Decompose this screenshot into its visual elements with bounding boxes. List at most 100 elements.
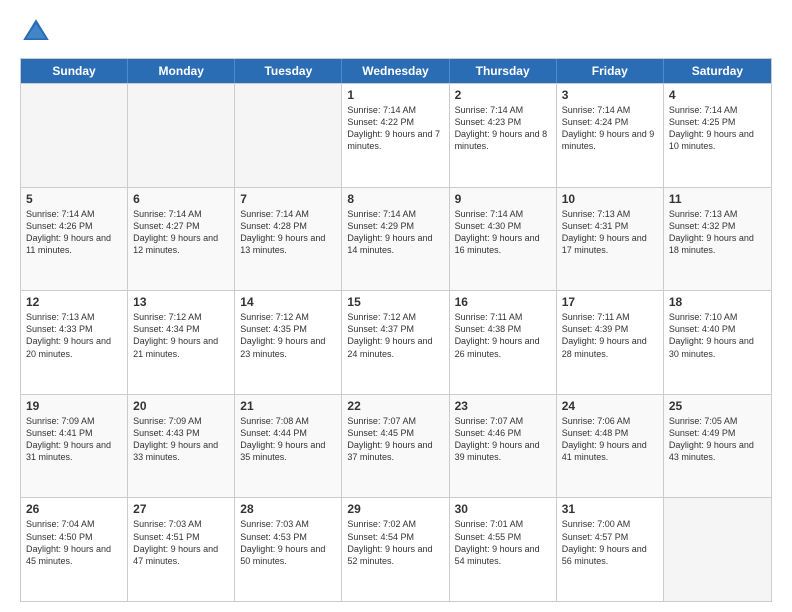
cell-details: Sunrise: 7:10 AM Sunset: 4:40 PM Dayligh… — [669, 311, 766, 360]
cell-details: Sunrise: 7:01 AM Sunset: 4:55 PM Dayligh… — [455, 518, 551, 567]
calendar: SundayMondayTuesdayWednesdayThursdayFrid… — [20, 58, 772, 602]
day-number: 26 — [26, 502, 122, 516]
table-row — [235, 84, 342, 187]
day-number: 22 — [347, 399, 443, 413]
table-row: 24 Sunrise: 7:06 AM Sunset: 4:48 PM Dayli… — [557, 395, 664, 498]
cell-details: Sunrise: 7:13 AM Sunset: 4:33 PM Dayligh… — [26, 311, 122, 360]
logo — [20, 16, 54, 48]
calendar-row: 1 Sunrise: 7:14 AM Sunset: 4:22 PM Daylig… — [21, 83, 771, 187]
cell-details: Sunrise: 7:11 AM Sunset: 4:38 PM Dayligh… — [455, 311, 551, 360]
cell-details: Sunrise: 7:02 AM Sunset: 4:54 PM Dayligh… — [347, 518, 443, 567]
table-row: 15 Sunrise: 7:12 AM Sunset: 4:37 PM Dayli… — [342, 291, 449, 394]
cell-details: Sunrise: 7:03 AM Sunset: 4:51 PM Dayligh… — [133, 518, 229, 567]
table-row: 16 Sunrise: 7:11 AM Sunset: 4:38 PM Dayli… — [450, 291, 557, 394]
cell-details: Sunrise: 7:12 AM Sunset: 4:34 PM Dayligh… — [133, 311, 229, 360]
table-row: 11 Sunrise: 7:13 AM Sunset: 4:32 PM Dayli… — [664, 188, 771, 291]
day-number: 2 — [455, 88, 551, 102]
table-row — [128, 84, 235, 187]
table-row: 1 Sunrise: 7:14 AM Sunset: 4:22 PM Daylig… — [342, 84, 449, 187]
cell-details: Sunrise: 7:14 AM Sunset: 4:26 PM Dayligh… — [26, 208, 122, 257]
calendar-body: 1 Sunrise: 7:14 AM Sunset: 4:22 PM Daylig… — [21, 83, 771, 601]
cell-details: Sunrise: 7:12 AM Sunset: 4:37 PM Dayligh… — [347, 311, 443, 360]
header-day: Saturday — [664, 59, 771, 83]
table-row: 18 Sunrise: 7:10 AM Sunset: 4:40 PM Dayli… — [664, 291, 771, 394]
day-number: 14 — [240, 295, 336, 309]
calendar-row: 5 Sunrise: 7:14 AM Sunset: 4:26 PM Daylig… — [21, 187, 771, 291]
day-number: 20 — [133, 399, 229, 413]
header-day: Monday — [128, 59, 235, 83]
cell-details: Sunrise: 7:14 AM Sunset: 4:29 PM Dayligh… — [347, 208, 443, 257]
day-number: 21 — [240, 399, 336, 413]
day-number: 13 — [133, 295, 229, 309]
table-row: 25 Sunrise: 7:05 AM Sunset: 4:49 PM Dayli… — [664, 395, 771, 498]
day-number: 31 — [562, 502, 658, 516]
cell-details: Sunrise: 7:06 AM Sunset: 4:48 PM Dayligh… — [562, 415, 658, 464]
day-number: 5 — [26, 192, 122, 206]
day-number: 8 — [347, 192, 443, 206]
cell-details: Sunrise: 7:14 AM Sunset: 4:22 PM Dayligh… — [347, 104, 443, 153]
cell-details: Sunrise: 7:12 AM Sunset: 4:35 PM Dayligh… — [240, 311, 336, 360]
cell-details: Sunrise: 7:07 AM Sunset: 4:46 PM Dayligh… — [455, 415, 551, 464]
cell-details: Sunrise: 7:00 AM Sunset: 4:57 PM Dayligh… — [562, 518, 658, 567]
table-row: 26 Sunrise: 7:04 AM Sunset: 4:50 PM Dayli… — [21, 498, 128, 601]
table-row: 12 Sunrise: 7:13 AM Sunset: 4:33 PM Dayli… — [21, 291, 128, 394]
cell-details: Sunrise: 7:04 AM Sunset: 4:50 PM Dayligh… — [26, 518, 122, 567]
day-number: 16 — [455, 295, 551, 309]
table-row: 28Sunrise: 7:03 AM Sunset: 4:53 PM Dayli… — [235, 498, 342, 601]
table-row: 21 Sunrise: 7:08 AM Sunset: 4:44 PM Dayli… — [235, 395, 342, 498]
header-day: Friday — [557, 59, 664, 83]
cell-details: Sunrise: 7:13 AM Sunset: 4:32 PM Dayligh… — [669, 208, 766, 257]
day-number: 15 — [347, 295, 443, 309]
day-number: 3 — [562, 88, 658, 102]
calendar-row: 26 Sunrise: 7:04 AM Sunset: 4:50 PM Dayli… — [21, 497, 771, 601]
table-row: 22 Sunrise: 7:07 AM Sunset: 4:45 PM Dayli… — [342, 395, 449, 498]
cell-details: Sunrise: 7:14 AM Sunset: 4:28 PM Dayligh… — [240, 208, 336, 257]
cell-details: Sunrise: 7:14 AM Sunset: 4:25 PM Dayligh… — [669, 104, 766, 153]
table-row: 20 Sunrise: 7:09 AM Sunset: 4:43 PM Dayli… — [128, 395, 235, 498]
day-number: 12 — [26, 295, 122, 309]
day-number: 17 — [562, 295, 658, 309]
cell-details: Sunrise: 7:05 AM Sunset: 4:49 PM Dayligh… — [669, 415, 766, 464]
header — [20, 16, 772, 48]
cell-details: Sunrise: 7:07 AM Sunset: 4:45 PM Dayligh… — [347, 415, 443, 464]
day-number: 19 — [26, 399, 122, 413]
cell-details: Sunrise: 7:13 AM Sunset: 4:31 PM Dayligh… — [562, 208, 658, 257]
cell-details: Sunrise: 7:14 AM Sunset: 4:27 PM Dayligh… — [133, 208, 229, 257]
table-row: 27 Sunrise: 7:03 AM Sunset: 4:51 PM Dayli… — [128, 498, 235, 601]
table-row: 19 Sunrise: 7:09 AM Sunset: 4:41 PM Dayli… — [21, 395, 128, 498]
cell-details: Sunrise: 7:14 AM Sunset: 4:30 PM Dayligh… — [455, 208, 551, 257]
table-row: 30 Sunrise: 7:01 AM Sunset: 4:55 PM Dayli… — [450, 498, 557, 601]
table-row: 13 Sunrise: 7:12 AM Sunset: 4:34 PM Dayli… — [128, 291, 235, 394]
table-row: 29Sunrise: 7:02 AM Sunset: 4:54 PM Dayli… — [342, 498, 449, 601]
table-row: 6Sunrise: 7:14 AM Sunset: 4:27 PM Daylig… — [128, 188, 235, 291]
header-day: Tuesday — [235, 59, 342, 83]
day-number: 27 — [133, 502, 229, 516]
table-row — [21, 84, 128, 187]
table-row: 14 Sunrise: 7:12 AM Sunset: 4:35 PM Dayli… — [235, 291, 342, 394]
table-row: 10Sunrise: 7:13 AM Sunset: 4:31 PM Dayli… — [557, 188, 664, 291]
cell-details: Sunrise: 7:08 AM Sunset: 4:44 PM Dayligh… — [240, 415, 336, 464]
table-row: 17 Sunrise: 7:11 AM Sunset: 4:39 PM Dayli… — [557, 291, 664, 394]
table-row: 9 Sunrise: 7:14 AM Sunset: 4:30 PM Daylig… — [450, 188, 557, 291]
table-row: 23 Sunrise: 7:07 AM Sunset: 4:46 PM Dayli… — [450, 395, 557, 498]
day-number: 1 — [347, 88, 443, 102]
table-row — [664, 498, 771, 601]
cell-details: Sunrise: 7:11 AM Sunset: 4:39 PM Dayligh… — [562, 311, 658, 360]
day-number: 11 — [669, 192, 766, 206]
header-day: Thursday — [450, 59, 557, 83]
table-row: 2Sunrise: 7:14 AM Sunset: 4:23 PM Daylig… — [450, 84, 557, 187]
cell-details: Sunrise: 7:14 AM Sunset: 4:24 PM Dayligh… — [562, 104, 658, 153]
day-number: 23 — [455, 399, 551, 413]
table-row: 4 Sunrise: 7:14 AM Sunset: 4:25 PM Daylig… — [664, 84, 771, 187]
day-number: 4 — [669, 88, 766, 102]
table-row: 31 Sunrise: 7:00 AM Sunset: 4:57 PM Dayli… — [557, 498, 664, 601]
cell-details: Sunrise: 7:09 AM Sunset: 4:43 PM Dayligh… — [133, 415, 229, 464]
day-number: 24 — [562, 399, 658, 413]
day-number: 30 — [455, 502, 551, 516]
day-number: 9 — [455, 192, 551, 206]
day-number: 25 — [669, 399, 766, 413]
table-row: 8 Sunrise: 7:14 AM Sunset: 4:29 PM Daylig… — [342, 188, 449, 291]
cell-details: Sunrise: 7:03 AM Sunset: 4:53 PM Dayligh… — [240, 518, 336, 567]
day-number: 18 — [669, 295, 766, 309]
cell-details: Sunrise: 7:09 AM Sunset: 4:41 PM Dayligh… — [26, 415, 122, 464]
